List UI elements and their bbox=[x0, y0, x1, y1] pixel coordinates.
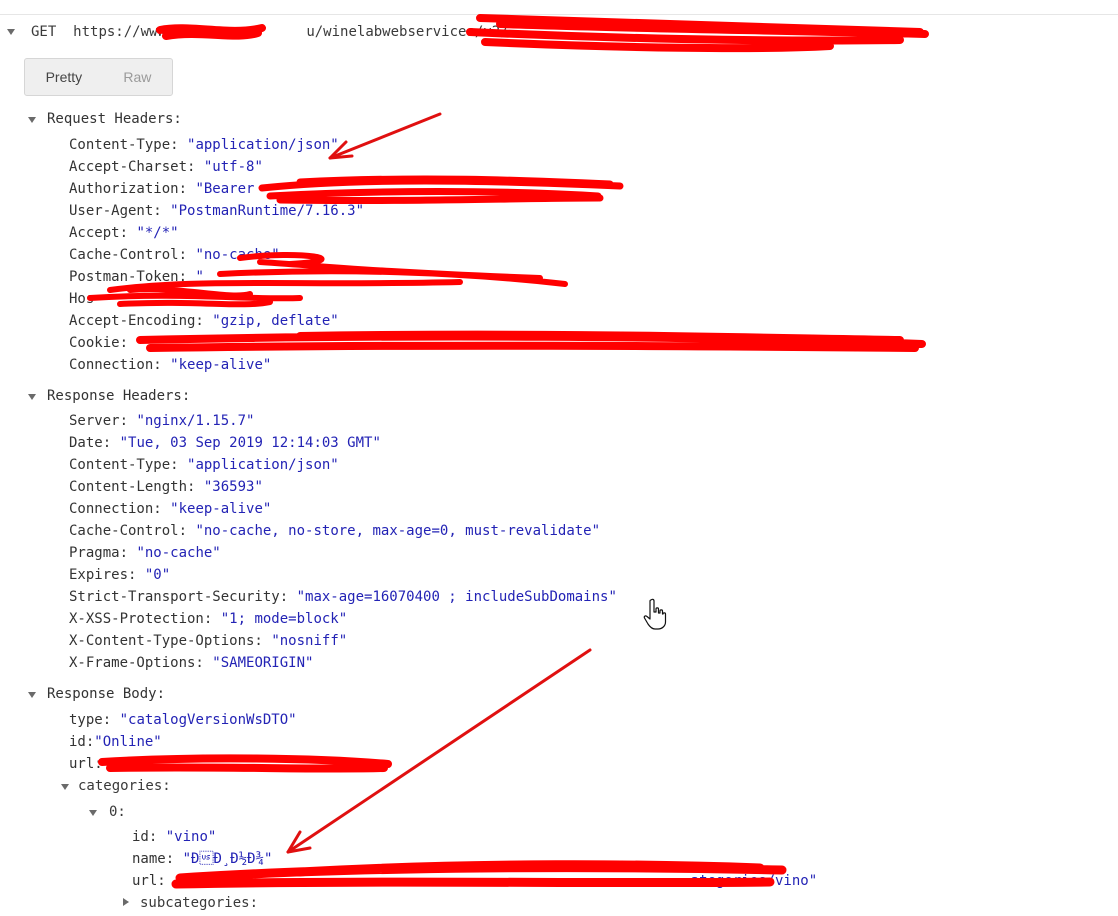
hand-cursor-icon bbox=[643, 598, 667, 630]
category-id-row: id: "vino" bbox=[132, 829, 217, 845]
response-body-title: Response Body: bbox=[47, 686, 166, 702]
request-url-tail: u/winelabwebservices/v2/ bbox=[306, 24, 509, 40]
subcategories-label: subcategories: bbox=[140, 895, 259, 911]
response-header-row: Pragma: "no-cache" bbox=[69, 545, 221, 561]
body-type-row: type: "catalogVersionWsDTO" bbox=[69, 712, 297, 728]
redaction-scribble bbox=[98, 754, 392, 773]
collapse-triangle-icon[interactable] bbox=[61, 784, 69, 790]
body-url-row: url: bbox=[69, 756, 103, 772]
collapse-triangle-icon[interactable] bbox=[89, 810, 97, 816]
request-header-row: Content-Type: "application/json" bbox=[69, 137, 339, 153]
request-header-row: Accept-Encoding: "gzip, deflate" bbox=[69, 313, 339, 329]
redaction-scribble bbox=[136, 330, 926, 352]
category-index-label: 0: bbox=[109, 804, 126, 820]
request-header-row: Postman-Token: " bbox=[69, 269, 204, 285]
category-url-row: url: ategories/vino" bbox=[132, 873, 818, 889]
response-header-row: Date: "Tue, 03 Sep 2019 12:14:03 GMT" bbox=[69, 435, 381, 451]
request-method: GET bbox=[31, 24, 57, 40]
body-id-row: id:"Online" bbox=[69, 734, 162, 750]
request-header-row: User-Agent: "PostmanRuntime/7.16.3" bbox=[69, 203, 365, 219]
raw-button[interactable]: Raw bbox=[103, 59, 172, 95]
response-header-row: Cache-Control: "no-cache, no-store, max-… bbox=[69, 523, 601, 539]
response-header-row: Connection: "keep-alive" bbox=[69, 501, 272, 517]
request-header-row: Accept-Charset: "utf-8" bbox=[69, 159, 263, 175]
response-header-row: Content-Type: "application/json" bbox=[69, 457, 339, 473]
top-divider bbox=[0, 14, 1118, 15]
request-url-start: https://www. bbox=[73, 24, 175, 40]
request-header-row: Accept: "*/*" bbox=[69, 225, 179, 241]
response-header-row: X-XSS-Protection: "1; mode=block" bbox=[69, 611, 348, 627]
response-header-row: X-Frame-Options: "SAMEORIGIN" bbox=[69, 655, 314, 671]
request-header-row: Cache-Control: "no-cache" bbox=[69, 247, 280, 263]
collapse-triangle-icon[interactable] bbox=[7, 29, 15, 35]
response-headers-title: Response Headers: bbox=[47, 388, 191, 404]
view-toggle: Pretty Raw bbox=[24, 58, 173, 96]
redaction-scribble bbox=[258, 175, 624, 205]
response-header-row: Content-Length: "36593" bbox=[69, 479, 263, 495]
pretty-button[interactable]: Pretty bbox=[25, 59, 103, 95]
request-headers-title: Request Headers: bbox=[47, 111, 182, 127]
collapse-triangle-icon[interactable] bbox=[28, 117, 36, 123]
request-line: GET https://www. u/winelabwebservices/v2/ bbox=[31, 22, 509, 42]
response-header-row: X-Content-Type-Options: "nosniff" bbox=[69, 633, 348, 649]
annotation-arrow bbox=[286, 648, 592, 854]
annotation-arrow bbox=[328, 112, 442, 160]
category-name-row: name: "Ð Ð¸Ð½Ð¾" bbox=[132, 851, 273, 867]
expand-triangle-icon[interactable] bbox=[123, 898, 129, 906]
response-header-row: Strict-Transport-Security: "max-age=1607… bbox=[69, 589, 617, 605]
request-header-row: Connection: "keep-alive" bbox=[69, 357, 272, 373]
request-header-row: Hos bbox=[69, 291, 95, 307]
categories-label: categories: bbox=[78, 778, 171, 794]
collapse-triangle-icon[interactable] bbox=[28, 692, 36, 698]
request-header-row: Cookie: " bbox=[69, 335, 145, 351]
response-header-row: Expires: "0" bbox=[69, 567, 171, 583]
collapse-triangle-icon[interactable] bbox=[28, 394, 36, 400]
response-header-row: Server: "nginx/1.15.7" bbox=[69, 413, 255, 429]
request-header-row: Authorization: "Bearer bbox=[69, 181, 255, 197]
